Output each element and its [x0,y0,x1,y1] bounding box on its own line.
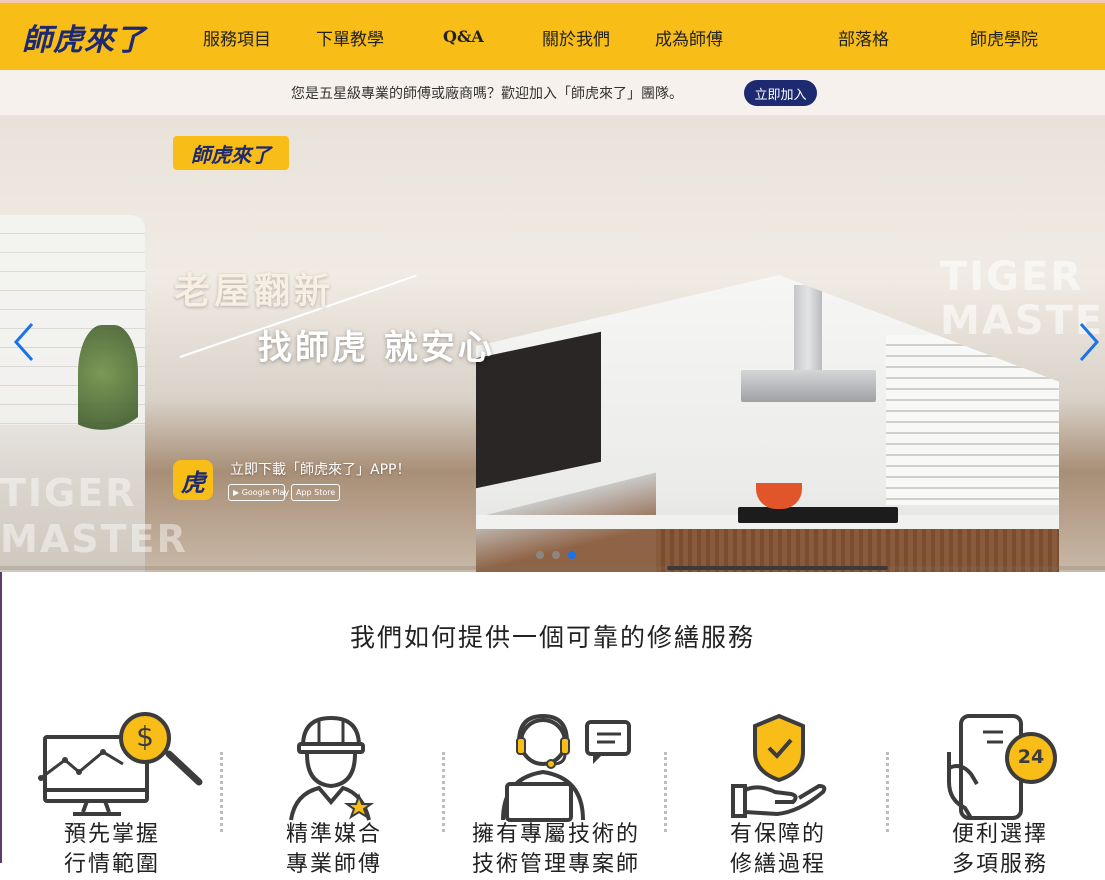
market-research-icon [38,712,203,816]
plant-image [78,325,138,445]
worker-helmet-icon [289,715,375,821]
dollar-sign: $ [136,720,154,753]
carousel-prev-arrow-icon[interactable] [10,320,38,364]
carousel-dot[interactable] [568,551,576,559]
carousel-next-arrow-icon[interactable] [1075,320,1103,364]
feature-label: 預先掌握 行情範圍 [63,822,160,877]
recruit-text: 您是五星級專業的師傅或廠商嗎？歡迎加入「師虎來了」團隊。 [291,86,683,102]
carousel-dot[interactable] [552,551,560,559]
feature-label: 精準媒合 專業師傅 [285,822,382,877]
hero-brand-badge: 師虎來了 [173,136,289,170]
carousel-progress-bar [666,566,888,570]
site-header: 師虎來了 服務項目 下單教學 Q&A 關於我們 成為師傅 部落格 師虎學院 [0,0,1105,70]
hero-carousel[interactable]: TIGER MASTER TIGER MASTER [0,115,1105,572]
feature-label: 有保障的 修繕過程 [729,822,826,877]
hero-slogan-line1: 老屋翻新 [174,271,335,312]
24-hour-badge: 24 [1017,746,1045,768]
feature-label: 便利選擇 多項服務 [951,822,1048,877]
site-logo[interactable]: 師虎來了 [22,15,146,59]
nav-item-qa[interactable]: Q&A [443,27,484,46]
feature-divider [886,752,889,832]
nav-item-academy[interactable]: 師虎學院 [970,25,1038,50]
feature-divider [664,752,667,832]
watermark-left: TIGER MASTER [0,471,188,561]
nav-item-become-master[interactable]: 成為師傅 [655,25,723,50]
carousel-progress-track [0,566,1105,570]
app-download-text: 立即下載「師虎來了」APP！ [230,462,411,478]
carousel-pagination [536,551,576,559]
google-play-button[interactable]: ▶ Google Play [228,484,289,501]
nav-item-about-us[interactable]: 關於我們 [542,25,610,50]
recruit-banner: 您是五星級專業的師傅或廠商嗎？歡迎加入「師虎來了」團隊。 [0,70,1105,115]
nav-item-order-tutorial[interactable]: 下單教學 [316,25,384,50]
app-store-button[interactable]: App Store [291,484,340,501]
feature-divider [220,752,223,832]
feature-divider [442,752,445,832]
nav-item-services[interactable]: 服務項目 [203,25,271,50]
section-title: 我們如何提供一個可靠的修繕服務 [349,623,755,652]
carousel-dot[interactable] [536,551,544,559]
feature-label: 擁有專屬技術的 技術管理專案師 [471,822,640,877]
app-icon[interactable]: 虎 [173,460,213,500]
nav-item-blog[interactable]: 部落格 [838,25,889,50]
hero-slogan-line2: 找師虎 就安心 [258,328,495,368]
shield-hand-icon [731,713,827,818]
customer-service-icon [501,713,631,822]
join-now-button[interactable]: 立即加入 [744,80,817,106]
